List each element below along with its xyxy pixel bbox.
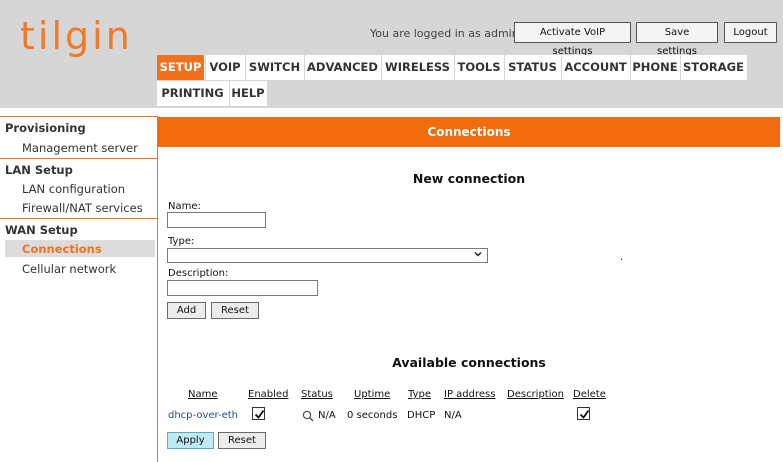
activate-voip-button[interactable]: Activate VoIP settings [514,22,631,57]
col-name-header[interactable]: Name [188,389,218,400]
add-button[interactable]: Add [167,302,206,319]
stray-dot: . [620,252,624,263]
col-description-header[interactable]: Description [507,389,564,400]
delete-checkbox[interactable] [577,407,590,420]
sidebar-item-cellular-network[interactable]: Cellular network [22,262,116,276]
chevron-down-icon [474,251,482,257]
sidebar-divider [0,158,157,159]
content-divider [157,116,158,462]
sidebar-item-lan-configuration[interactable]: LAN configuration [22,182,125,196]
checkmark-icon [254,409,265,419]
reset-new-button[interactable]: Reset [211,302,259,319]
sidebar-item-firewall-nat[interactable]: Firewall/NAT services [22,201,143,215]
tab-voip[interactable]: VOIP [206,55,245,80]
tab-storage[interactable]: STORAGE [681,55,747,80]
sidebar: Provisioning Management server LAN Setup… [0,116,157,462]
col-status-header[interactable]: Status [301,389,333,400]
name-input[interactable] [167,212,266,228]
col-type-header[interactable]: Type [408,389,431,400]
tilgin-logo: tilgin [20,14,133,58]
checkmark-icon [579,409,590,419]
status-value: N/A [318,410,336,421]
ip-address-value: N/A [444,410,462,421]
available-connections-heading: Available connections [392,355,546,370]
tab-account[interactable]: ACCOUNT [562,55,630,80]
col-enabled-header[interactable]: Enabled [248,389,288,400]
type-value: DHCP [407,410,436,421]
type-select[interactable] [167,248,488,263]
reset-table-button[interactable]: Reset [218,432,266,449]
sidebar-item-connections[interactable]: Connections [22,242,102,256]
col-delete-header[interactable]: Delete [573,389,606,400]
tab-setup[interactable]: SETUP [157,55,205,80]
page-title: Connections [158,117,780,147]
header-bar: tilgin You are logged in as admin. Activ… [0,0,783,108]
logged-in-text: You are logged in as admin. [370,27,523,40]
sidebar-section-wan-setup: WAN Setup [5,223,78,237]
enabled-checkbox[interactable] [252,407,265,420]
sidebar-divider [0,218,157,219]
tab-status[interactable]: STATUS [505,55,561,80]
status-search-icon [302,410,314,422]
sidebar-section-lan-setup: LAN Setup [5,163,73,177]
tab-printing[interactable]: PRINTING [157,81,229,106]
sidebar-item-management-server[interactable]: Management server [22,141,138,155]
description-label: Description: [168,268,229,279]
tab-switch[interactable]: SWITCH [246,55,304,80]
logout-button[interactable]: Logout [724,22,777,43]
tab-tools[interactable]: TOOLS [455,55,504,80]
sidebar-divider [0,116,157,117]
tab-phone[interactable]: PHONE [631,55,680,80]
description-input[interactable] [167,280,318,296]
connection-name-link[interactable]: dhcp-over-eth [168,410,238,421]
col-ip-address-header[interactable]: IP address [444,389,495,400]
tab-help[interactable]: HELP [230,81,267,106]
name-label: Name: [168,201,201,212]
col-uptime-header[interactable]: Uptime [354,389,390,400]
save-settings-button[interactable]: Save settings [636,22,718,57]
uptime-value: 0 seconds [347,410,398,421]
tab-wireless[interactable]: WIRELESS [382,55,454,80]
new-connection-heading: New connection [412,171,526,186]
type-label: Type: [168,236,195,247]
sidebar-section-provisioning: Provisioning [5,121,86,135]
tab-advanced[interactable]: ADVANCED [305,55,381,80]
apply-button[interactable]: Apply [167,432,214,449]
